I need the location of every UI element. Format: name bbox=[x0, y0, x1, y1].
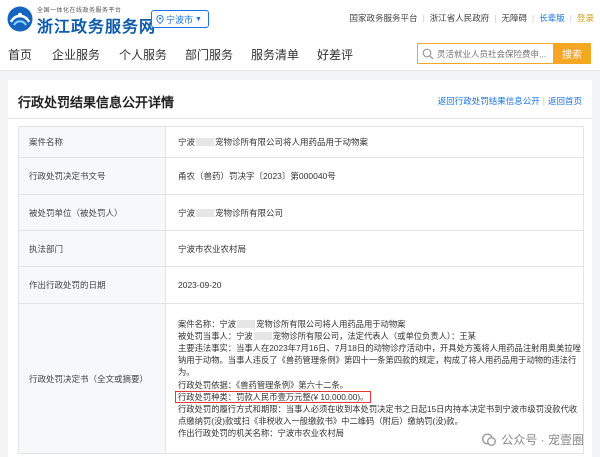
table-row: 作出行政处罚的日期 2023-09-20 bbox=[18, 266, 584, 304]
decision-basis: 行政处罚依据：《兽药管理条例》第六十二条。 bbox=[178, 379, 349, 390]
field-label: 作出行政处罚的日期 bbox=[18, 266, 166, 304]
table-row: 执法部门 宁波市农业农村局 bbox=[18, 230, 584, 267]
link-national-platform[interactable]: 国家政务服务平台 bbox=[350, 12, 418, 24]
doc-number-value: 甬农（兽药）罚决字〔2023〕第000040号 bbox=[165, 157, 584, 195]
nav-home[interactable]: 首页 bbox=[8, 46, 32, 63]
link-elder-version[interactable]: 长辈版 bbox=[539, 12, 565, 24]
search-input[interactable] bbox=[435, 48, 551, 59]
line-suffix: 宠物诊所有限公司将人用药品用于动物案 bbox=[256, 319, 406, 330]
search-box bbox=[417, 43, 555, 64]
redaction-mask bbox=[253, 332, 272, 341]
login-link[interactable]: 登录 bbox=[577, 12, 594, 24]
redaction-mask bbox=[196, 208, 215, 217]
nav-feedback[interactable]: 好差评 bbox=[317, 46, 353, 63]
divider: | bbox=[532, 13, 535, 23]
redaction-mask bbox=[196, 138, 215, 146]
link-provincial-government[interactable]: 浙江省人民政府 bbox=[430, 12, 490, 24]
link-accessibility[interactable]: 无障碍 bbox=[502, 12, 528, 24]
site-logo[interactable]: 全国一体化在线政务服务平台 浙江政务服务网 bbox=[6, 4, 155, 36]
search-button[interactable]: 搜索 bbox=[553, 43, 591, 64]
back-to-home-link[interactable]: 返回首页 bbox=[548, 96, 582, 106]
location-pin-icon bbox=[156, 14, 164, 24]
party-value: 宁波 宠物诊所有限公司 bbox=[165, 194, 584, 231]
top-links: 国家政务服务平台 | 浙江省人民政府 | 无障碍 | 长辈版 | 登录 bbox=[350, 12, 594, 24]
decision-line: 被处罚当事人：宁波 宠物诊所有限公司，法定代表人（或单位负责人）：王某 bbox=[178, 330, 583, 342]
department-value: 宁波市农业农村局 bbox=[165, 230, 584, 267]
redaction-mask bbox=[237, 320, 256, 329]
table-row: 被处罚单位（被处罚人） 宁波 宠物诊所有限公司 bbox=[18, 194, 584, 231]
divider: | bbox=[542, 96, 545, 106]
field-label: 行政处罚决定书（全文或摘要） bbox=[18, 303, 166, 454]
detail-card: 行政处罚结果信息公开详情 返回行政处罚结果信息公开 | 返回首页 案件名称 宁波宠物… bbox=[8, 80, 592, 457]
value-suffix: 宠物诊所有限公司 bbox=[215, 207, 284, 218]
line-prefix: 被处罚当事人：宁波 bbox=[178, 331, 253, 342]
chevron-down-icon: ▼ bbox=[195, 15, 202, 23]
field-label: 案件名称 bbox=[18, 126, 166, 158]
top-bar: 全国一体化在线政务服务平台 浙江政务服务网 宁波市 ▼ 国家政务服务平台 | 浙… bbox=[0, 0, 600, 36]
divider: | bbox=[569, 13, 572, 23]
divider: | bbox=[422, 13, 425, 23]
value-suffix: 宠物诊所有限公司将人用药品用于动物案 bbox=[215, 137, 369, 147]
line-suffix: 宠物诊所有限公司，法定代表人（或单位负责人）：王某 bbox=[272, 331, 476, 342]
back-to-list-link[interactable]: 返回行政处罚结果信息公开 bbox=[438, 96, 540, 106]
logo-title: 浙江政务服务网 bbox=[37, 17, 157, 36]
decision-text: 案件名称：宁波 宠物诊所有限公司将人用药品用于动物案 被处罚当事人：宁波 宠物诊所有… bbox=[175, 316, 583, 441]
highlighted-penalty: 行政处罚种类：罚款人民币壹万元整(¥ 10,000.00)。 bbox=[175, 390, 372, 403]
nav-service-list[interactable]: 服务清单 bbox=[251, 46, 299, 63]
card-header: 行政处罚结果信息公开详情 返回行政处罚结果信息公开 | 返回首页 bbox=[8, 80, 592, 119]
field-label: 行政处罚决定书文号 bbox=[18, 157, 166, 195]
nav-department-services[interactable]: 部门服务 bbox=[185, 46, 233, 63]
search-icon bbox=[422, 48, 434, 59]
divider: | bbox=[494, 13, 497, 23]
nav-enterprise-services[interactable]: 企业服务 bbox=[52, 46, 100, 63]
region-selector[interactable]: 宁波市 ▼ bbox=[151, 10, 209, 28]
table-row: 行政处罚决定书文号 甬农（兽药）罚决字〔2023〕第000040号 bbox=[18, 157, 584, 195]
page-title: 行政处罚结果信息公开详情 bbox=[18, 95, 175, 110]
table-row: 案件名称 宁波 宠物诊所有限公司将人用药品用于动物案 bbox=[18, 126, 584, 158]
card-links: 返回行政处罚结果信息公开 | 返回首页 bbox=[438, 95, 582, 107]
region-label: 宁波市 bbox=[166, 14, 194, 25]
field-label: 执法部门 bbox=[18, 230, 166, 267]
watermark: 公众号 · 宠壹圈 bbox=[481, 431, 584, 448]
value-prefix: 宁波 bbox=[178, 207, 196, 218]
line-prefix: 案件名称：宁波 bbox=[178, 319, 237, 330]
field-label: 被处罚单位（被处罚人） bbox=[18, 194, 166, 231]
detail-table: 案件名称 宁波 宠物诊所有限公司将人用药品用于动物案 行政处罚决定书文号 甬农（兽… bbox=[18, 126, 584, 454]
wechat-official-account-icon bbox=[482, 432, 497, 446]
case-name-value: 宁波 宠物诊所有限公司将人用药品用于动物案 bbox=[165, 126, 584, 158]
penalty-date-value: 2023-09-20 bbox=[165, 266, 584, 304]
decision-line: 案件名称：宁波 宠物诊所有限公司将人用药品用于动物案 bbox=[178, 318, 583, 330]
value-prefix: 宁波 bbox=[178, 137, 196, 147]
decision-penalty-type: 行政处罚种类：罚款人民币壹万元整(¥ 10,000.00)。 bbox=[175, 390, 583, 403]
nav-personal-services[interactable]: 个人服务 bbox=[119, 46, 167, 63]
decision-payment-method: 行政处罚的履行方式和期限：当事人必须在收到本处罚决定书之日起15日内持本决定书到… bbox=[178, 403, 578, 426]
watermark-text: 公众号 · 宠壹圈 bbox=[501, 433, 584, 447]
decision-facts: 主要违法事实：当事人在2023年7月16日、7月18日的动物诊疗活动中，开具处方… bbox=[178, 343, 581, 378]
logo-emblem-icon bbox=[7, 6, 33, 32]
main-nav: 首页 企业服务 个人服务 部门服务 服务清单 好差评 搜索 bbox=[0, 36, 600, 71]
